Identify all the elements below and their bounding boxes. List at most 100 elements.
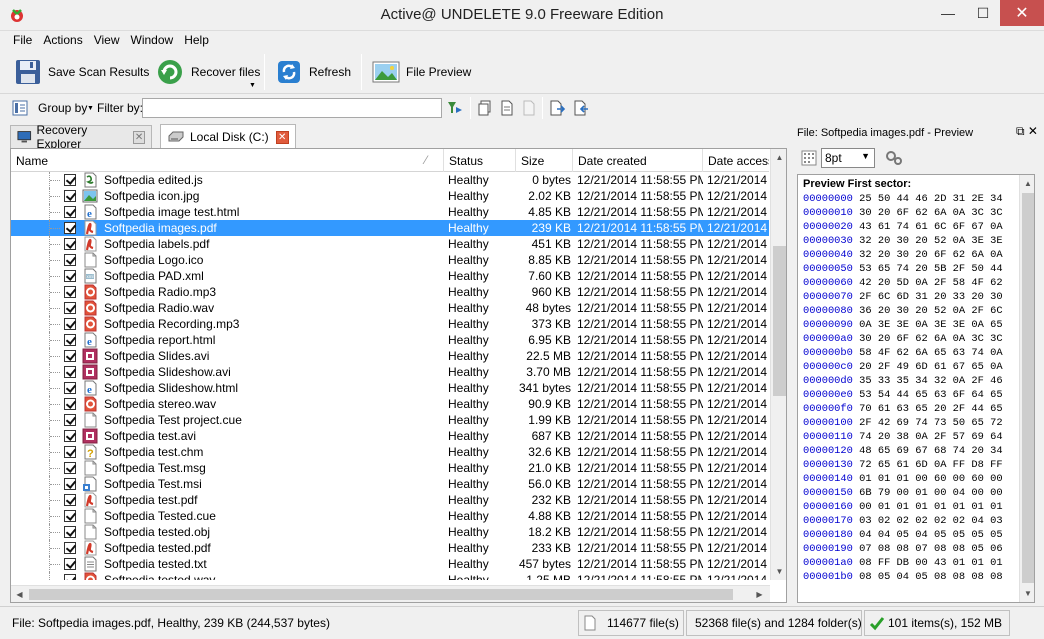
row-checkbox[interactable] — [64, 174, 76, 186]
row-checkbox[interactable] — [64, 270, 76, 282]
refresh-button[interactable]: Refresh — [275, 54, 351, 90]
tab-close-icon[interactable]: ✕ — [275, 130, 289, 144]
table-row[interactable]: Softpedia tested.wav Healthy 1.25 MB 12/21/… — [11, 572, 769, 580]
table-row[interactable]: Softpedia stereo.wav Healthy 90.9 KB 12/21/… — [11, 396, 769, 412]
table-row[interactable]: Softpedia Radio.wav Healthy 48 bytes 12/21/… — [11, 300, 769, 316]
copy-list-icon[interactable] — [476, 99, 494, 117]
table-row[interactable]: e Softpedia Slideshow.html Healthy 341 byte… — [11, 380, 769, 396]
scroll-down-icon[interactable]: ▼ — [1020, 585, 1034, 602]
tab-local-disk[interactable]: Local Disk (C:) ✕ — [160, 124, 296, 149]
row-checkbox[interactable] — [64, 318, 76, 330]
column-header-status[interactable]: Status — [444, 149, 516, 172]
scroll-up-icon[interactable]: ▲ — [1020, 175, 1034, 192]
hex-view-icon[interactable] — [801, 150, 817, 166]
row-checkbox[interactable] — [64, 286, 76, 298]
save-scan-results-button[interactable]: Save Scan Results — [14, 54, 149, 90]
row-checkbox[interactable] — [64, 254, 76, 266]
scroll-down-icon[interactable]: ▼ — [771, 563, 786, 580]
scroll-thumb[interactable] — [1022, 193, 1034, 583]
recover-files-button[interactable]: Recover files ▼ — [155, 54, 260, 90]
row-checkbox[interactable] — [64, 398, 76, 410]
import-icon[interactable] — [572, 99, 590, 117]
run-filter-icon[interactable] — [446, 99, 464, 117]
maximize-button[interactable]: ☐ — [966, 0, 1000, 26]
scroll-thumb[interactable] — [773, 246, 786, 396]
table-row[interactable]: Softpedia images.pdf Healthy 239 KB 12/21/2… — [11, 220, 769, 236]
row-checkbox[interactable] — [64, 206, 76, 218]
table-row[interactable]: Softpedia tested.pdf Healthy 233 KB 12/21/2… — [11, 540, 769, 556]
table-row[interactable]: Softpedia tested.obj Healthy 18.2 KB 12/21/… — [11, 524, 769, 540]
table-row[interactable]: Softpedia tested.txt Healthy 457 bytes 12/2… — [11, 556, 769, 572]
row-checkbox[interactable] — [64, 238, 76, 250]
table-row[interactable]: Softpedia Slideshow.avi Healthy 3.70 MB 12/… — [11, 364, 769, 380]
document-icon[interactable] — [498, 99, 516, 117]
table-row[interactable]: Softpedia labels.pdf Healthy 451 KB 12/21/2… — [11, 236, 769, 252]
row-checkbox[interactable] — [64, 350, 76, 362]
menu-window[interactable]: Window — [126, 31, 180, 50]
row-checkbox[interactable] — [64, 462, 76, 474]
scroll-right-icon[interactable]: ▶ — [751, 586, 768, 602]
table-row[interactable]: e Softpedia image test.html Healthy 4.85 KB… — [11, 204, 769, 220]
row-checkbox[interactable] — [64, 494, 76, 506]
scroll-up-icon[interactable]: ▲ — [771, 149, 786, 166]
table-row[interactable]: ? Softpedia test.chm Healthy 32.6 KB 12/21/2… — [11, 444, 769, 460]
scroll-left-icon[interactable]: ◀ — [11, 586, 28, 602]
scroll-thumb[interactable] — [29, 589, 733, 600]
export-icon[interactable] — [548, 99, 566, 117]
column-header-name[interactable]: Name ⁄ — [11, 149, 444, 172]
group-by-icon[interactable] — [11, 99, 29, 117]
vertical-scrollbar[interactable]: ▲ ▼ — [770, 149, 786, 580]
row-checkbox[interactable] — [64, 510, 76, 522]
table-row[interactable]: Softpedia Slides.avi Healthy 22.5 MB 12/21/… — [11, 348, 769, 364]
row-checkbox[interactable] — [64, 366, 76, 378]
row-checkbox[interactable] — [64, 430, 76, 442]
menu-view[interactable]: View — [89, 31, 126, 50]
close-button[interactable]: ✕ — [1000, 0, 1044, 26]
table-row[interactable]: Softpedia Test project.cue Healthy 1.99 KB… — [11, 412, 769, 428]
tab-close-icon[interactable]: ✕ — [133, 130, 145, 144]
filter-input[interactable] — [142, 98, 442, 118]
table-row[interactable]: Softpedia test.pdf Healthy 232 KB 12/21/201… — [11, 492, 769, 508]
menu-help[interactable]: Help — [179, 31, 215, 50]
row-checkbox[interactable] — [64, 222, 76, 234]
minimize-button[interactable]: — — [930, 0, 966, 26]
tab-recovery-explorer[interactable]: Recovery Explorer ✕ — [10, 123, 152, 151]
row-checkbox[interactable] — [64, 190, 76, 202]
column-header-date-created[interactable]: Date created — [573, 149, 703, 172]
chevron-down-icon[interactable]: ▼ — [249, 82, 256, 89]
table-row[interactable]: Softpedia edited.js Healthy 0 bytes 12/21/2… — [11, 172, 769, 188]
vertical-scrollbar[interactable]: ▲ ▼ — [1019, 175, 1034, 602]
row-checkbox[interactable] — [64, 574, 76, 580]
row-checkbox[interactable] — [64, 302, 76, 314]
group-by-dropdown[interactable]: Group by — [38, 101, 87, 115]
settings-gears-icon[interactable] — [885, 150, 903, 166]
table-row[interactable]: Softpedia Tested.cue Healthy 4.88 KB 12/21/… — [11, 508, 769, 524]
table-row[interactable]: Softpedia Radio.mp3 Healthy 960 KB 12/21/20… — [11, 284, 769, 300]
row-checkbox[interactable] — [64, 526, 76, 538]
table-row[interactable]: Softpedia Test.msi Healthy 56.0 KB 12/21/20… — [11, 476, 769, 492]
horizontal-scrollbar[interactable]: ◀ ▶ — [11, 585, 770, 602]
font-size-select[interactable]: 8pt ▼ — [821, 148, 875, 168]
row-checkbox[interactable] — [64, 334, 76, 346]
row-checkbox[interactable] — [64, 446, 76, 458]
hex-bytes: 53 54 44 65 63 6F 64 65 — [859, 389, 1003, 401]
row-checkbox[interactable] — [64, 414, 76, 426]
table-row[interactable]: xml Softpedia PAD.xml Healthy 7.60 KB 12/21/… — [11, 268, 769, 284]
row-checkbox[interactable] — [64, 478, 76, 490]
chevron-down-icon[interactable]: ▼ — [87, 105, 94, 112]
row-checkbox[interactable] — [64, 542, 76, 554]
column-header-date-accessed[interactable]: Date access — [703, 149, 769, 172]
table-row[interactable]: e Softpedia report.html Healthy 6.95 KB 12/2… — [11, 332, 769, 348]
table-row[interactable]: Softpedia icon.jpg Healthy 2.02 KB 12/21/20… — [11, 188, 769, 204]
file-preview-button[interactable]: File Preview — [372, 54, 471, 90]
menu-file[interactable]: File — [8, 31, 38, 50]
table-row[interactable]: Softpedia Recording.mp3 Healthy 373 KB 12/2… — [11, 316, 769, 332]
row-checkbox[interactable] — [64, 382, 76, 394]
table-row[interactable]: Softpedia Logo.ico Healthy 8.85 KB 12/21/20… — [11, 252, 769, 268]
table-row[interactable]: Softpedia Test.msg Healthy 21.0 KB 12/21/20… — [11, 460, 769, 476]
table-row[interactable]: Softpedia test.avi Healthy 687 KB 12/21/201… — [11, 428, 769, 444]
panel-float-close-icon[interactable]: ⧉ ✕ — [1016, 124, 1038, 139]
menu-actions[interactable]: Actions — [38, 31, 88, 50]
column-header-size[interactable]: Size — [516, 149, 573, 172]
row-checkbox[interactable] — [64, 558, 76, 570]
